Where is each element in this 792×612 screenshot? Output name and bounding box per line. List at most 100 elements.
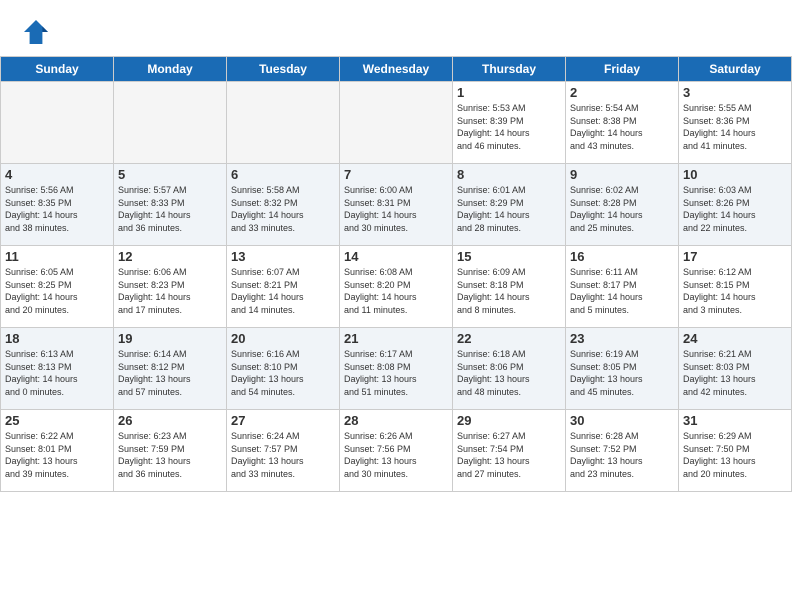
day-info: Sunrise: 6:24 AMSunset: 7:57 PMDaylight:… xyxy=(231,430,335,480)
logo-icon xyxy=(20,16,52,48)
day-info: Sunrise: 6:14 AMSunset: 8:12 PMDaylight:… xyxy=(118,348,222,398)
day-number: 11 xyxy=(5,249,109,264)
calendar-cell: 25 Sunrise: 6:22 AMSunset: 8:01 PMDayligh… xyxy=(1,410,114,492)
calendar-cell: 12 Sunrise: 6:06 AMSunset: 8:23 PMDayligh… xyxy=(114,246,227,328)
calendar-cell: 21 Sunrise: 6:17 AMSunset: 8:08 PMDayligh… xyxy=(340,328,453,410)
day-number: 20 xyxy=(231,331,335,346)
calendar-cell: 28 Sunrise: 6:26 AMSunset: 7:56 PMDayligh… xyxy=(340,410,453,492)
logo xyxy=(20,16,56,48)
calendar-week-row: 1 Sunrise: 5:53 AMSunset: 8:39 PMDaylight… xyxy=(1,82,792,164)
day-number: 30 xyxy=(570,413,674,428)
calendar-cell: 31 Sunrise: 6:29 AMSunset: 7:50 PMDayligh… xyxy=(679,410,792,492)
calendar-cell: 11 Sunrise: 6:05 AMSunset: 8:25 PMDayligh… xyxy=(1,246,114,328)
day-info: Sunrise: 6:16 AMSunset: 8:10 PMDaylight:… xyxy=(231,348,335,398)
day-info: Sunrise: 5:57 AMSunset: 8:33 PMDaylight:… xyxy=(118,184,222,234)
calendar-week-row: 18 Sunrise: 6:13 AMSunset: 8:13 PMDayligh… xyxy=(1,328,792,410)
day-number: 27 xyxy=(231,413,335,428)
day-info: Sunrise: 6:19 AMSunset: 8:05 PMDaylight:… xyxy=(570,348,674,398)
calendar-cell: 9 Sunrise: 6:02 AMSunset: 8:28 PMDaylight… xyxy=(566,164,679,246)
calendar-week-row: 4Sunrise: 5:56 AMSunset: 8:35 PMDaylight… xyxy=(1,164,792,246)
day-info: Sunrise: 6:29 AMSunset: 7:50 PMDaylight:… xyxy=(683,430,787,480)
calendar-cell: 29 Sunrise: 6:27 AMSunset: 7:54 PMDayligh… xyxy=(453,410,566,492)
day-info: Sunrise: 5:54 AMSunset: 8:38 PMDaylight:… xyxy=(570,102,674,152)
calendar-cell xyxy=(340,82,453,164)
day-info: Sunrise: 6:03 AMSunset: 8:26 PMDaylight:… xyxy=(683,184,787,234)
calendar-header-row: SundayMondayTuesdayWednesdayThursdayFrid… xyxy=(1,57,792,82)
day-number: 14 xyxy=(344,249,448,264)
day-info: Sunrise: 6:05 AMSunset: 8:25 PMDaylight:… xyxy=(5,266,109,316)
day-number: 28 xyxy=(344,413,448,428)
calendar-cell: 3 Sunrise: 5:55 AMSunset: 8:36 PMDaylight… xyxy=(679,82,792,164)
day-header-tuesday: Tuesday xyxy=(227,57,340,82)
calendar-cell: 26Sunrise: 6:23 AMSunset: 7:59 PMDayligh… xyxy=(114,410,227,492)
calendar-week-row: 25 Sunrise: 6:22 AMSunset: 8:01 PMDayligh… xyxy=(1,410,792,492)
calendar-cell: 30 Sunrise: 6:28 AMSunset: 7:52 PMDayligh… xyxy=(566,410,679,492)
calendar-cell: 23 Sunrise: 6:19 AMSunset: 8:05 PMDayligh… xyxy=(566,328,679,410)
day-info: Sunrise: 6:12 AMSunset: 8:15 PMDaylight:… xyxy=(683,266,787,316)
day-header-friday: Friday xyxy=(566,57,679,82)
calendar-cell: 24Sunrise: 6:21 AMSunset: 8:03 PMDayligh… xyxy=(679,328,792,410)
day-number: 12 xyxy=(118,249,222,264)
day-info: Sunrise: 6:07 AMSunset: 8:21 PMDaylight:… xyxy=(231,266,335,316)
day-number: 16 xyxy=(570,249,674,264)
day-header-monday: Monday xyxy=(114,57,227,82)
calendar-cell: 7 Sunrise: 6:00 AMSunset: 8:31 PMDaylight… xyxy=(340,164,453,246)
calendar-cell xyxy=(227,82,340,164)
calendar-cell xyxy=(1,82,114,164)
day-number: 18 xyxy=(5,331,109,346)
day-number: 31 xyxy=(683,413,787,428)
day-info: Sunrise: 5:58 AMSunset: 8:32 PMDaylight:… xyxy=(231,184,335,234)
day-number: 9 xyxy=(570,167,674,182)
calendar-cell: 19Sunrise: 6:14 AMSunset: 8:12 PMDayligh… xyxy=(114,328,227,410)
day-number: 3 xyxy=(683,85,787,100)
page-header xyxy=(0,0,792,56)
day-number: 21 xyxy=(344,331,448,346)
day-number: 29 xyxy=(457,413,561,428)
calendar-cell: 22 Sunrise: 6:18 AMSunset: 8:06 PMDayligh… xyxy=(453,328,566,410)
day-header-sunday: Sunday xyxy=(1,57,114,82)
calendar-cell: 27 Sunrise: 6:24 AMSunset: 7:57 PMDayligh… xyxy=(227,410,340,492)
day-info: Sunrise: 6:28 AMSunset: 7:52 PMDaylight:… xyxy=(570,430,674,480)
day-info: Sunrise: 6:26 AMSunset: 7:56 PMDaylight:… xyxy=(344,430,448,480)
day-info: Sunrise: 5:53 AMSunset: 8:39 PMDaylight:… xyxy=(457,102,561,152)
calendar-cell: 20 Sunrise: 6:16 AMSunset: 8:10 PMDayligh… xyxy=(227,328,340,410)
day-number: 4 xyxy=(5,167,109,182)
day-number: 17 xyxy=(683,249,787,264)
day-number: 15 xyxy=(457,249,561,264)
day-header-wednesday: Wednesday xyxy=(340,57,453,82)
day-info: Sunrise: 6:08 AMSunset: 8:20 PMDaylight:… xyxy=(344,266,448,316)
calendar-cell: 18 Sunrise: 6:13 AMSunset: 8:13 PMDayligh… xyxy=(1,328,114,410)
calendar-cell: 8 Sunrise: 6:01 AMSunset: 8:29 PMDaylight… xyxy=(453,164,566,246)
day-info: Sunrise: 6:01 AMSunset: 8:29 PMDaylight:… xyxy=(457,184,561,234)
day-number: 23 xyxy=(570,331,674,346)
day-number: 5 xyxy=(118,167,222,182)
day-info: Sunrise: 6:06 AMSunset: 8:23 PMDaylight:… xyxy=(118,266,222,316)
calendar-cell: 10Sunrise: 6:03 AMSunset: 8:26 PMDayligh… xyxy=(679,164,792,246)
calendar-cell: 16 Sunrise: 6:11 AMSunset: 8:17 PMDayligh… xyxy=(566,246,679,328)
day-number: 25 xyxy=(5,413,109,428)
calendar-cell: 17 Sunrise: 6:12 AMSunset: 8:15 PMDayligh… xyxy=(679,246,792,328)
day-info: Sunrise: 6:23 AMSunset: 7:59 PMDaylight:… xyxy=(118,430,222,480)
day-header-saturday: Saturday xyxy=(679,57,792,82)
day-info: Sunrise: 5:55 AMSunset: 8:36 PMDaylight:… xyxy=(683,102,787,152)
day-number: 1 xyxy=(457,85,561,100)
day-info: Sunrise: 6:13 AMSunset: 8:13 PMDaylight:… xyxy=(5,348,109,398)
day-info: Sunrise: 6:17 AMSunset: 8:08 PMDaylight:… xyxy=(344,348,448,398)
day-info: Sunrise: 6:18 AMSunset: 8:06 PMDaylight:… xyxy=(457,348,561,398)
day-number: 2 xyxy=(570,85,674,100)
day-number: 22 xyxy=(457,331,561,346)
calendar-cell: 5 Sunrise: 5:57 AMSunset: 8:33 PMDaylight… xyxy=(114,164,227,246)
calendar-week-row: 11 Sunrise: 6:05 AMSunset: 8:25 PMDayligh… xyxy=(1,246,792,328)
day-info: Sunrise: 6:00 AMSunset: 8:31 PMDaylight:… xyxy=(344,184,448,234)
day-info: Sunrise: 6:02 AMSunset: 8:28 PMDaylight:… xyxy=(570,184,674,234)
day-number: 8 xyxy=(457,167,561,182)
day-number: 7 xyxy=(344,167,448,182)
calendar-cell: 1 Sunrise: 5:53 AMSunset: 8:39 PMDaylight… xyxy=(453,82,566,164)
calendar-cell: 6Sunrise: 5:58 AMSunset: 8:32 PMDaylight… xyxy=(227,164,340,246)
day-info: Sunrise: 6:11 AMSunset: 8:17 PMDaylight:… xyxy=(570,266,674,316)
day-info: Sunrise: 6:21 AMSunset: 8:03 PMDaylight:… xyxy=(683,348,787,398)
calendar-cell: 2 Sunrise: 5:54 AMSunset: 8:38 PMDaylight… xyxy=(566,82,679,164)
calendar-cell xyxy=(114,82,227,164)
day-info: Sunrise: 6:22 AMSunset: 8:01 PMDaylight:… xyxy=(5,430,109,480)
day-info: Sunrise: 6:27 AMSunset: 7:54 PMDaylight:… xyxy=(457,430,561,480)
